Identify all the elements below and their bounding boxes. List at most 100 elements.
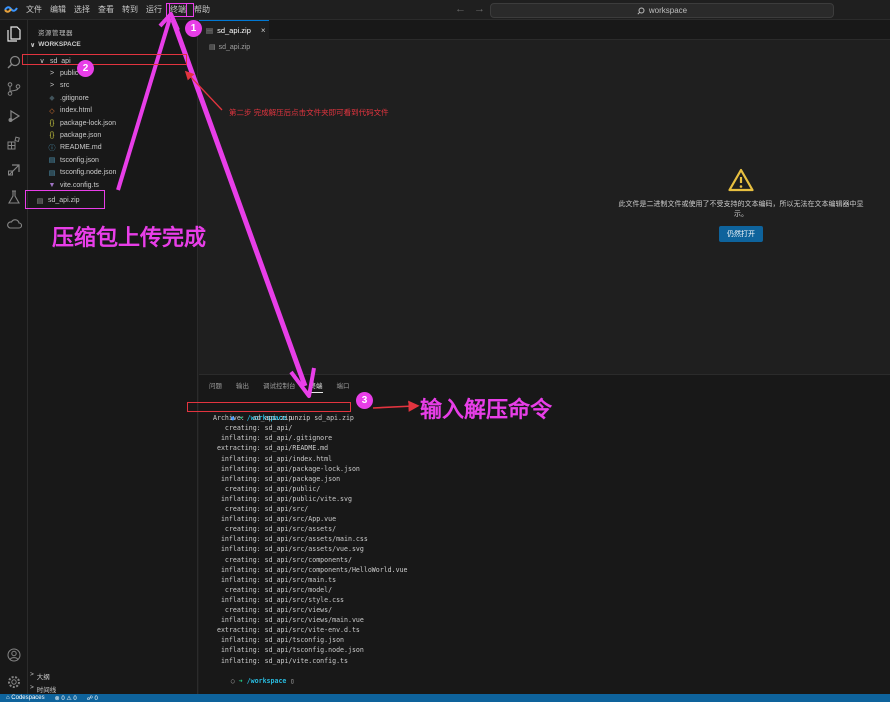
highlight-zip-file [25,190,105,209]
menu-item[interactable]: 转到 [118,0,142,20]
terminal-output-line: inflating: sd_api/index.html [213,454,333,463]
tab-sd-api-zip[interactable]: ▤ sd_api.zip × [199,20,269,40]
sidebar-title: 资源管理器 [38,30,73,37]
run-debug-icon[interactable] [4,106,24,126]
forward-arrow-icon[interactable]: → [474,3,485,15]
terminal-output-line: inflating: sd_api/src/App.vue [213,515,337,524]
extensions-icon[interactable] [4,133,24,153]
search-icon[interactable] [4,52,24,72]
label-input-unzip: 输入解压命令 [420,397,553,422]
title-bar: 文件 编辑 选择 查看 转到 运行 终端 帮助 ← → workspace [0,0,890,20]
menu-item[interactable]: 选择 [70,0,94,20]
panel-tab[interactable]: 问题 [209,380,222,393]
label-upload-done: 压缩包上传完成 [52,225,207,250]
workspace-header[interactable]: ∨ WORKSPACE [30,41,81,49]
tree-item-label: public [60,70,79,78]
status-item[interactable]: ⊗ 0 ⚠ 0 [55,695,77,702]
tab-label: sd_api.zip [217,26,251,35]
cloud-icon[interactable] [4,214,24,234]
chevron-icon: > [49,70,55,78]
close-icon[interactable]: × [261,26,266,35]
menu-item[interactable]: 运行 [142,0,166,20]
json-file-icon: {} [49,132,55,140]
ts-file-icon: ▤ [48,157,56,165]
terminal-output-line: creating: sd_api/public/ [213,484,321,493]
highlight-terminal-menu [166,3,194,17]
tree-file[interactable]: {} package.json [48,129,102,141]
badge-step-1: 1 [185,20,202,37]
tree-file[interactable]: {} package-lock.json [48,117,116,129]
settings-gear-icon[interactable] [4,672,24,692]
terminal-output-line: extracting: sd_api/src/vite-env.d.ts [213,626,360,635]
terminal-output-line: creating: sd_api/src/views/ [213,606,333,614]
menu-item[interactable]: 文件 [22,0,46,20]
terminal-output-line: inflating: sd_api/package-lock.json [213,464,360,473]
chevron-icon: > [49,82,55,90]
tree-item-label: vite.config.ts [60,181,99,189]
status-item[interactable]: ☍ 0 [87,695,98,702]
terminal-output-line: inflating: sd_api/package.json [213,474,341,483]
back-arrow-icon[interactable]: ← [455,3,466,15]
menu-item[interactable]: 查看 [94,0,118,20]
note-step-2: 第二步 完成解压后点击文件夹即可看到代码文件 [229,108,389,117]
outline-label: 大纲 [36,674,50,681]
warning-icon [728,168,754,192]
remote-explorer-icon[interactable] [4,160,24,180]
activity-bar [0,20,28,694]
terminal-cursor: ▯ [290,676,295,685]
explorer-sidebar: 资源管理器 ∨ WORKSPACE ∨ sd_api > public > src ◆ .gi… [28,20,198,694]
terminal-output-line: creating: sd_api/src/ [213,505,309,513]
terminal-output-line: inflating: sd_api/src/style.css [213,595,345,604]
workspace-label: WORKSPACE [38,41,81,48]
panel-tab[interactable]: 端口 [337,380,350,393]
terminal-output-line: extracting: sd_api/README.md [213,444,329,453]
vite-file-icon: ▼ [48,181,56,189]
open-anyway-button[interactable]: 仍然打开 [719,226,763,242]
chevron-right-icon: > [30,671,34,678]
editor-area: ▤ sd_api.zip × ▤ sd_api.zip 此文件是二进制文件或使用… [199,20,890,374]
zip-file-icon: ▤ [209,44,216,51]
tree-file[interactable]: ◇ index.html [48,105,92,117]
status-item[interactable]: ⌂ Codespaces [6,695,45,701]
tree-file[interactable]: ▤ tsconfig.json [48,154,99,166]
prompt-arrow-icon: ➜ [238,676,243,685]
html-file-icon: ◇ [49,107,55,115]
md-file-icon: ⓘ [48,144,56,152]
breadcrumb[interactable]: ▤ sd_api.zip [209,43,250,52]
account-icon[interactable] [4,645,24,665]
panel-tab[interactable]: 调试控制台 [263,380,296,393]
tree-file[interactable]: ▤ tsconfig.node.json [48,167,117,179]
timeline-section[interactable]: > 时间线 [30,684,56,694]
tree-item-label: package-lock.json [60,119,117,127]
timeline-label: 时间线 [36,687,57,694]
terminal-final-prompt: ○ ➜ /workspace ▯ [199,666,295,685]
panel-tabs: 问题 输出 调试控制台 终端 端口 [209,380,350,393]
tree-file[interactable]: ⓘ README.md [48,142,102,154]
panel-tab[interactable]: 终端 [309,380,323,393]
testing-icon[interactable] [4,187,24,207]
tree-folder[interactable]: > public [48,67,78,79]
explorer-icon[interactable] [4,24,24,44]
tree-file[interactable]: ◆ .gitignore [48,92,89,104]
ts-file-icon: ▤ [48,169,56,177]
binary-file-notice: 此文件是二进制文件或使用了不受支持的文本编码，所以无法在文本编辑器中显示。 仍然… [611,168,871,242]
source-control-icon[interactable] [4,79,24,99]
vscode-logo-icon [0,0,22,20]
tab-bar: ▤ sd_api.zip × [199,20,890,40]
terminal-output-line: inflating: sd_api/src/assets/main.css [213,535,368,544]
panel-tab[interactable]: 输出 [236,380,249,393]
tree-item-label: package.json [60,132,102,140]
tree-folder[interactable]: > src [48,80,69,92]
tree-item-label: README.md [60,144,102,152]
search-icon [637,7,645,15]
outline-section[interactable]: > 大纲 [30,671,50,681]
highlight-unzip-command [187,402,351,412]
menu-item[interactable]: 编辑 [46,0,70,20]
command-center[interactable]: workspace [490,3,834,18]
terminal-output-line: creating: sd_api/ [213,424,293,433]
chevron-down-icon: ∨ [30,42,36,49]
terminal-output-line: Archive: sd_api.zip [213,414,293,423]
terminal-output-line: inflating: sd_api/src/components/HelloWo… [213,565,408,574]
badge-step-2: 2 [77,60,94,77]
zip-file-icon: ▤ [206,26,214,35]
